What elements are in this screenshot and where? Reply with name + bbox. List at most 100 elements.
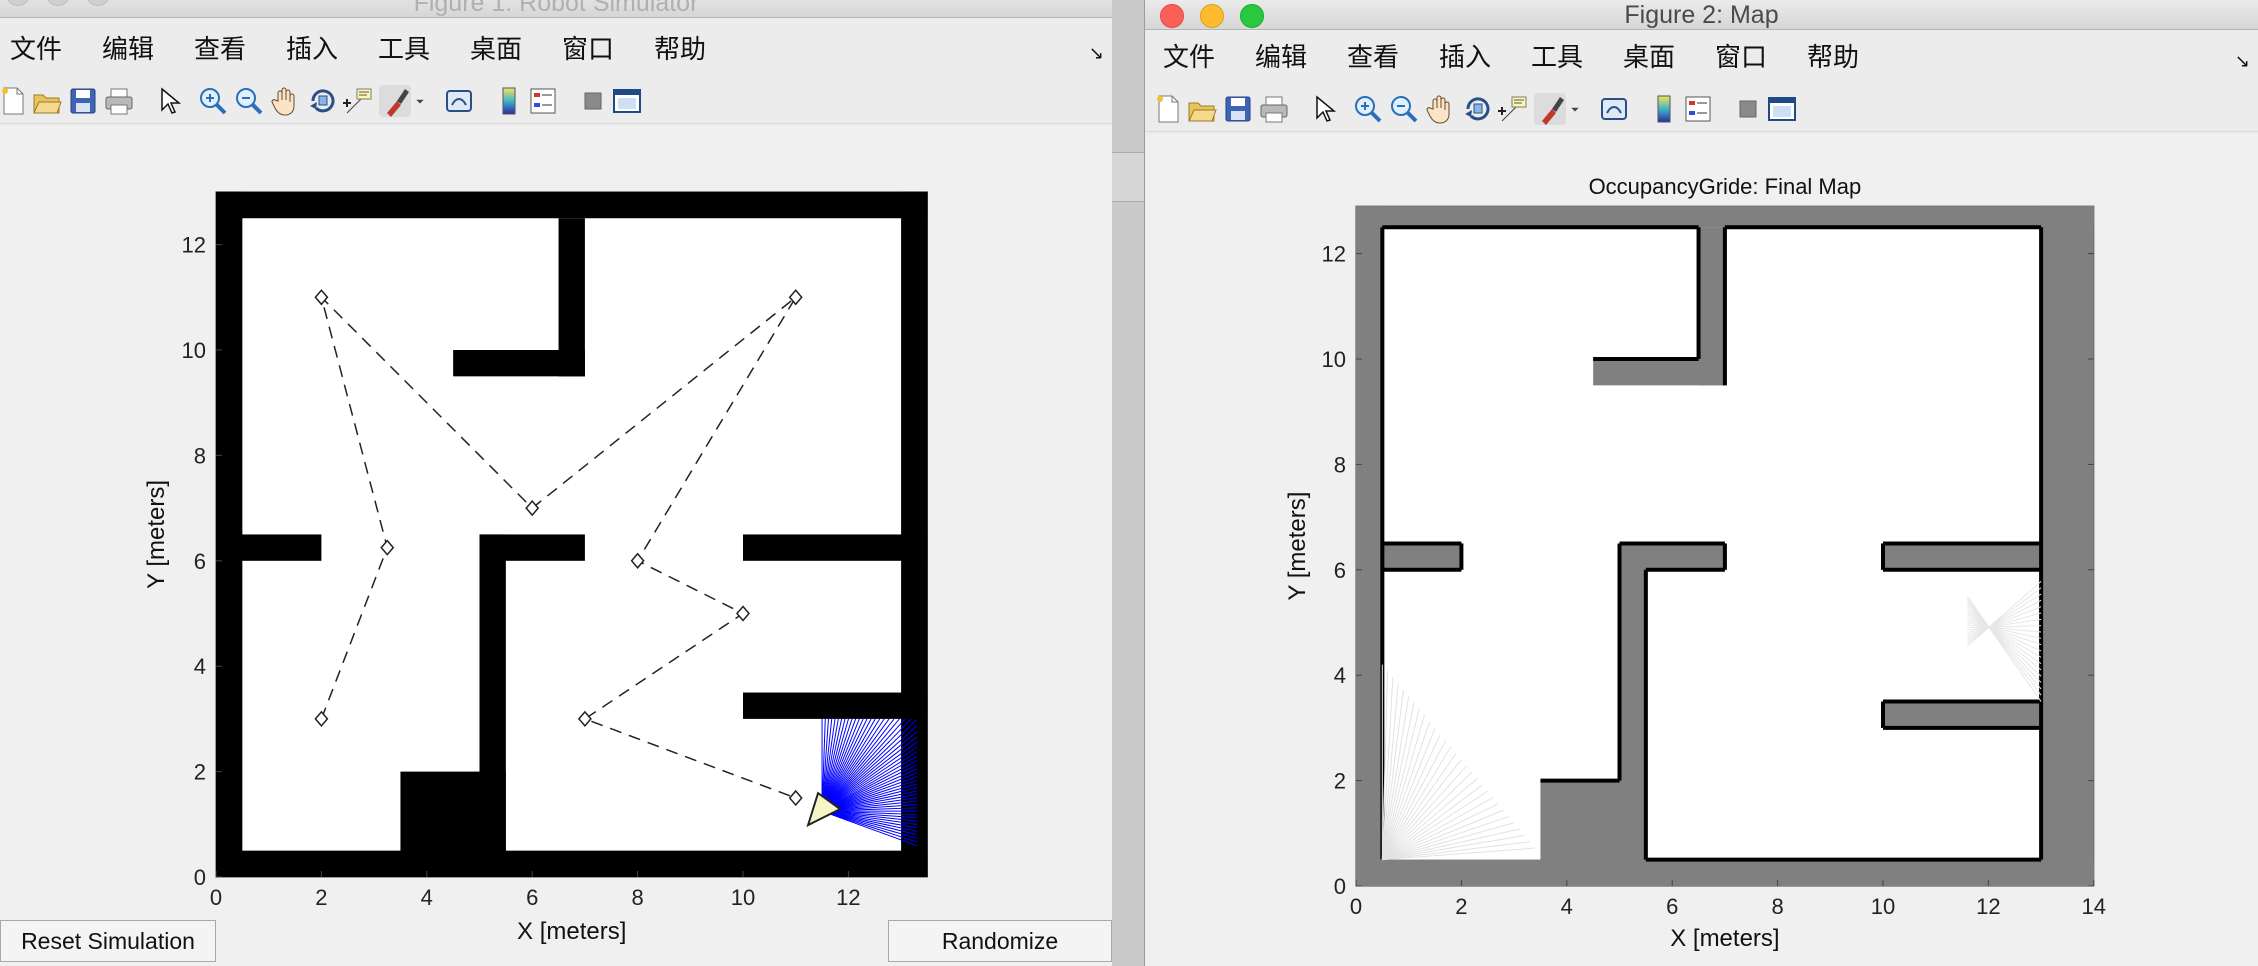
zoom-in-icon[interactable] (1351, 92, 1385, 126)
save-icon[interactable] (66, 84, 100, 118)
menu-edit[interactable]: 编辑 (102, 32, 154, 68)
x-tick-label: 12 (836, 885, 860, 910)
pan-hand-icon[interactable] (268, 84, 302, 118)
obstacle-region (1883, 701, 2042, 728)
dropdown-arrow-icon[interactable] (410, 84, 430, 118)
x-tick-label: 0 (1350, 894, 1362, 919)
rotate-3d-icon[interactable] (306, 84, 340, 118)
colorbar-icon[interactable] (1647, 92, 1681, 126)
obstacle-region (1593, 359, 1725, 386)
pointer-icon[interactable] (152, 84, 186, 118)
brush-icon[interactable] (1533, 92, 1567, 126)
figure2-window: Figure 2: Map 文件 编辑 查看 插入 工具 桌面 窗口 帮助 ↘ … (1144, 0, 2258, 966)
obstacle-region (1883, 543, 2042, 570)
menu-tools[interactable]: 工具 (378, 32, 430, 68)
occupancy-map-plot[interactable]: OccupancyGride: Final Map 0 2 4 6 8 10 12 14 0 2 4 6… (1145, 134, 2258, 966)
figure1-window-title: Figure 1: Robot Simulator (413, 0, 699, 17)
y-tick-label: 8 (194, 443, 206, 468)
print-icon[interactable] (1257, 92, 1291, 126)
open-file-icon[interactable] (30, 84, 64, 118)
randomize-location-button[interactable]: Randomize Location (888, 920, 1112, 962)
wall (216, 850, 928, 877)
x-axis-label: X [meters] (517, 918, 626, 945)
menu-tools[interactable]: 工具 (1531, 40, 1583, 76)
menu-help[interactable]: 帮助 (1807, 40, 1859, 76)
menu-desktop[interactable]: 桌面 (1623, 40, 1675, 76)
menu-file[interactable]: 文件 (1163, 40, 1215, 76)
data-cursor-icon[interactable] (1497, 92, 1531, 126)
legend-icon[interactable] (526, 84, 560, 118)
y-tick-label: 4 (1334, 663, 1346, 688)
show-plot-tools-icon[interactable] (1765, 92, 1799, 126)
reset-simulation-button[interactable]: Reset Simulation (0, 920, 216, 962)
menu-insert[interactable]: 插入 (286, 32, 338, 68)
menu-view[interactable]: 查看 (194, 32, 246, 68)
x-tick-label: 10 (1871, 894, 1895, 919)
y-tick-label: 2 (194, 760, 206, 785)
x-tick-label: 10 (731, 885, 755, 910)
simulator-plot[interactable]: 0 2 4 6 8 10 12 0 2 4 6 8 10 12 X [meters] Y [meters] (0, 126, 1112, 966)
x-tick-label: 4 (1561, 894, 1573, 919)
map-title: OccupancyGride: Final Map (1589, 174, 1862, 199)
menu-window[interactable]: 窗口 (1715, 40, 1767, 76)
wall (479, 534, 585, 561)
data-cursor-icon[interactable] (342, 84, 376, 118)
x-tick-label: 8 (1771, 894, 1783, 919)
menu-desktop[interactable]: 桌面 (470, 32, 522, 68)
pan-hand-icon[interactable] (1423, 92, 1457, 126)
open-file-icon[interactable] (1185, 92, 1219, 126)
new-figure-icon[interactable] (1151, 92, 1185, 126)
menu-help[interactable]: 帮助 (654, 32, 706, 68)
x-tick-label: 2 (1455, 894, 1467, 919)
x-tick-label: 14 (2082, 894, 2106, 919)
menu-edit[interactable]: 编辑 (1255, 40, 1307, 76)
wall (453, 350, 585, 377)
menu-dock-icon[interactable]: ↘ (2235, 44, 2250, 80)
menu-window[interactable]: 窗口 (562, 32, 614, 68)
figure1-window: Figure 1: Robot Simulator 文件 编辑 查看 插入 工具… (0, 0, 1112, 966)
hide-plot-tools-icon[interactable] (576, 84, 610, 118)
wall (216, 191, 243, 877)
link-plot-icon[interactable] (1597, 92, 1631, 126)
rotate-3d-icon[interactable] (1461, 92, 1495, 126)
wall (216, 534, 322, 561)
x-tick-label: 8 (631, 885, 643, 910)
pointer-icon[interactable] (1307, 92, 1341, 126)
menu-insert[interactable]: 插入 (1439, 40, 1491, 76)
x-tick-label: 6 (1666, 894, 1678, 919)
menu-view[interactable]: 查看 (1347, 40, 1399, 76)
obstacle-region (1619, 543, 1725, 570)
zoom-in-icon[interactable] (196, 84, 230, 118)
save-icon[interactable] (1221, 92, 1255, 126)
y-tick-label: 2 (1334, 769, 1346, 794)
zoom-out-icon[interactable] (1387, 92, 1421, 126)
figure1-titlebar[interactable]: Figure 1: Robot Simulator (0, 0, 1112, 18)
zoom-out-icon[interactable] (232, 84, 266, 118)
x-tick-label: 12 (1976, 894, 2000, 919)
wall (216, 191, 928, 219)
menu-dock-icon[interactable]: ↘ (1089, 36, 1104, 72)
obstacle-region (1356, 206, 2094, 228)
show-plot-tools-icon[interactable] (610, 84, 644, 118)
window-gap (1112, 0, 1144, 966)
colorbar-icon[interactable] (492, 84, 526, 118)
legend-icon[interactable] (1681, 92, 1715, 126)
link-plot-icon[interactable] (442, 84, 476, 118)
x-tick-label: 0 (210, 885, 222, 910)
obstacle-region (1356, 859, 2094, 886)
print-icon[interactable] (102, 84, 136, 118)
y-tick-label: 8 (1334, 452, 1346, 477)
new-figure-icon[interactable] (0, 84, 30, 118)
y-tick-label: 12 (1322, 242, 1346, 267)
y-axis-label: Y [meters] (143, 480, 170, 589)
menu-file[interactable]: 文件 (10, 32, 62, 68)
y-tick-label: 10 (1322, 347, 1346, 372)
hide-plot-tools-icon[interactable] (1731, 92, 1765, 126)
y-tick-label: 0 (1334, 874, 1346, 899)
figure2-axes-area: OccupancyGride: Final Map 0 2 4 6 8 10 12 14 0 2 4 6… (1145, 134, 2258, 966)
dropdown-arrow-icon[interactable] (1565, 92, 1585, 126)
obstacle-region (1540, 780, 1646, 886)
brush-icon[interactable] (378, 84, 412, 118)
figure2-titlebar[interactable]: Figure 2: Map (1145, 0, 2258, 30)
x-tick-label: 4 (421, 885, 433, 910)
